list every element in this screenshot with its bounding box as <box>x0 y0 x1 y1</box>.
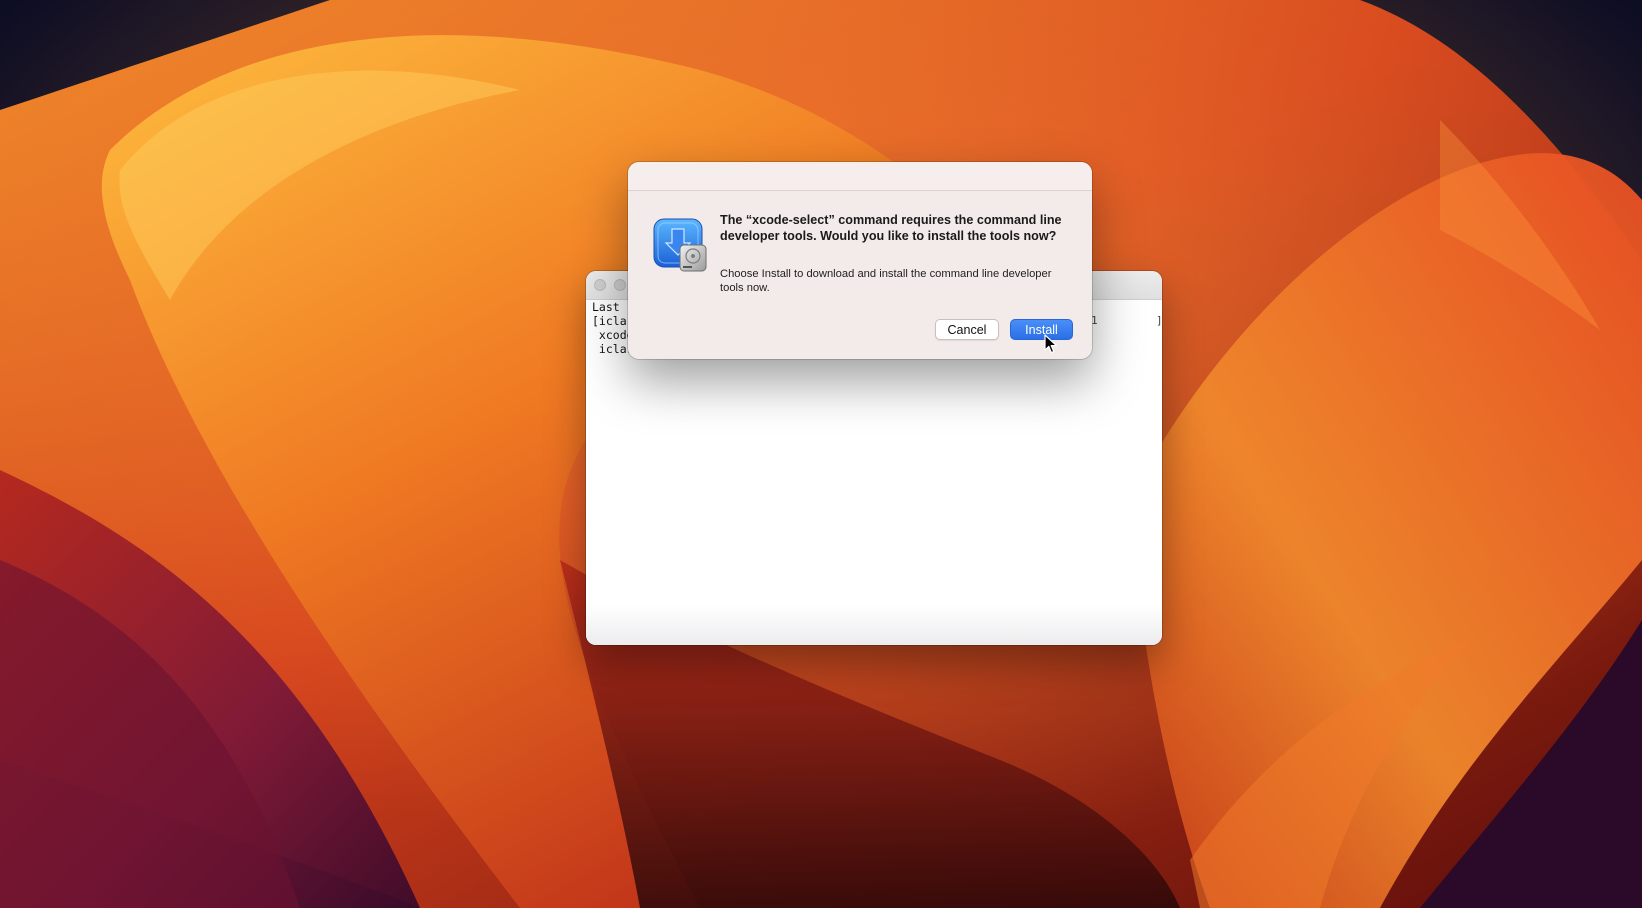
developer-tools-installer-icon <box>653 218 707 272</box>
close-window-icon[interactable] <box>594 279 606 291</box>
cancel-button[interactable]: Cancel <box>935 319 999 340</box>
install-tools-dialog: The “xcode-select” command requires the … <box>628 162 1092 359</box>
dialog-title: The “xcode-select” command requires the … <box>720 213 1062 243</box>
minimize-window-icon[interactable] <box>614 279 626 291</box>
install-button[interactable]: Install <box>1010 319 1073 340</box>
mouse-pointer-icon <box>1044 334 1057 354</box>
dialog-titlebar <box>628 162 1092 191</box>
desktop: Last [iclar xcode iclar 1 ] The “xcode-s… <box>0 0 1642 908</box>
terminal-bottom-shade <box>586 605 1162 645</box>
dialog-message: Choose Install to download and install t… <box>720 268 1052 294</box>
terminal-text-fragment: ] <box>1156 314 1162 327</box>
